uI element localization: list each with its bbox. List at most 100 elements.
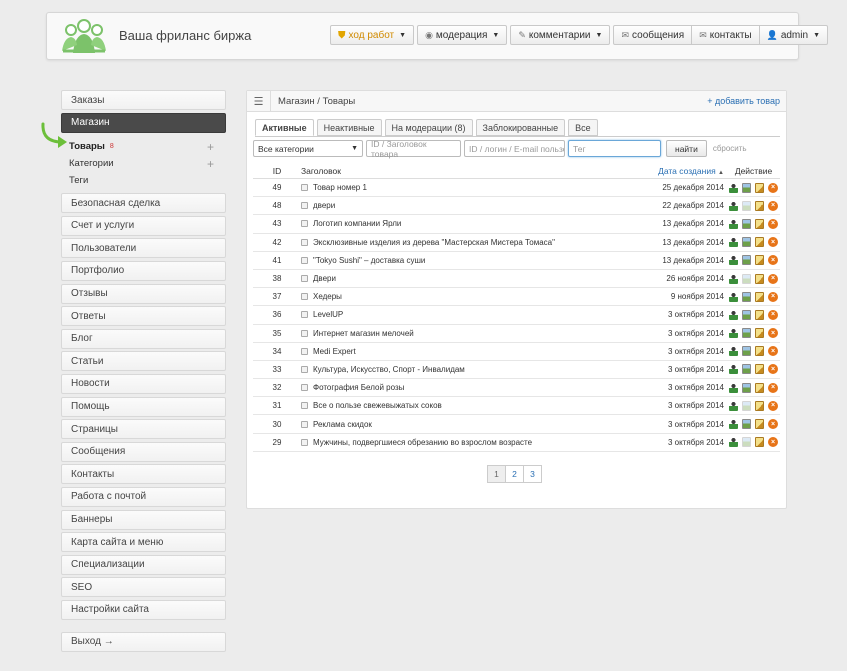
row-title-link[interactable]: Культура, Искусство, Спорт - Инвалидам [313,365,465,374]
user-icon[interactable] [729,328,738,339]
delete-icon[interactable]: × [768,328,778,339]
user-icon[interactable] [729,419,738,430]
delete-icon[interactable]: × [768,382,778,393]
row-checkbox[interactable] [301,275,308,283]
row-title-link[interactable]: Логотип компании Ярли [313,219,401,228]
row-title-link[interactable]: Товар номер 1 [313,183,367,192]
delete-icon[interactable]: × [768,200,778,211]
image-icon[interactable] [742,182,751,193]
delete-icon[interactable]: × [768,291,778,302]
delete-icon[interactable]: × [768,255,778,266]
delete-icon[interactable]: × [768,182,778,193]
nav-contacts-button[interactable]: ✉ контакты [692,25,760,45]
user-icon[interactable] [729,200,738,211]
image-icon[interactable] [742,237,751,248]
edit-icon[interactable] [755,218,764,229]
row-title-link[interactable]: Интернет магазин мелочей [313,329,414,338]
sidebar-item[interactable]: Отзывы [61,283,226,304]
sidebar-item[interactable]: SEO [61,577,226,598]
user-icon[interactable] [729,309,738,320]
row-title-link[interactable]: Мужчины, подвергшиеся обрезанию во взрос… [313,438,532,447]
nav-comments-button[interactable]: ✎ комментарии ▼ [510,25,611,45]
row-title-link[interactable]: "Tokyo Sushi" – доставка суши [313,256,425,265]
image-icon[interactable] [742,328,751,339]
search-button[interactable]: найти [666,140,707,157]
row-checkbox[interactable] [301,347,308,355]
row-checkbox[interactable] [301,365,308,373]
category-select[interactable]: Все категории ▼ [253,140,363,157]
row-title-link[interactable]: Все о пользе свежевыжатых соков [313,401,442,410]
image-icon[interactable] [742,291,751,302]
submenu-item-tags[interactable]: Теги [69,172,226,189]
user-icon[interactable] [729,291,738,302]
row-checkbox[interactable] [301,293,308,301]
hamburger-menu-icon[interactable]: ☰ [247,90,271,112]
user-icon[interactable] [729,382,738,393]
user-icon[interactable] [729,273,738,284]
sidebar-item[interactable]: Контакты [61,464,226,485]
row-title-link[interactable]: Реклама скидок [313,420,372,429]
edit-icon[interactable] [755,328,764,339]
row-title-link[interactable]: Хедеры [313,292,342,301]
page-button[interactable]: 2 [505,465,524,483]
tag-search-input[interactable]: Тег [568,140,661,157]
image-icon[interactable] [742,419,751,430]
sidebar-item[interactable]: Ответы [61,306,226,327]
image-icon[interactable] [742,200,751,211]
add-product-link[interactable]: + добавить товар [707,96,780,106]
page-button[interactable]: 1 [487,465,506,483]
sidebar-item[interactable]: Настройки сайта [61,599,226,620]
nav-moderation-button[interactable]: ◉ модерация ▼ [417,25,508,45]
user-icon[interactable] [729,364,738,375]
edit-icon[interactable] [755,400,764,411]
nav-messages-button[interactable]: ✉ сообщения [613,25,693,45]
sidebar-item-orders[interactable]: Заказы [61,90,226,110]
sidebar-item[interactable]: Баннеры [61,509,226,530]
row-checkbox[interactable] [301,238,308,246]
edit-icon[interactable] [755,309,764,320]
edit-icon[interactable] [755,237,764,248]
row-checkbox[interactable] [301,438,308,446]
image-icon[interactable] [742,364,751,375]
edit-icon[interactable] [755,291,764,302]
row-title-link[interactable]: Фотография Белой розы [313,383,404,392]
nav-admin-button[interactable]: 👤 admin ▼ [759,25,828,45]
sidebar-item-shop[interactable]: Магазин [61,112,226,133]
delete-icon[interactable]: × [768,364,778,375]
edit-icon[interactable] [755,182,764,193]
row-checkbox[interactable] [301,184,308,192]
image-icon[interactable] [742,309,751,320]
image-icon[interactable] [742,382,751,393]
row-title-link[interactable]: Двери [313,274,336,283]
edit-icon[interactable] [755,200,764,211]
sidebar-item[interactable]: Пользователи [61,238,226,259]
nav-progress-button[interactable]: ⛊ ход работ ▼ [330,25,415,45]
row-checkbox[interactable] [301,402,308,410]
image-icon[interactable] [742,218,751,229]
column-header-title[interactable]: Заголовок [301,166,591,176]
delete-icon[interactable]: × [768,346,778,357]
sidebar-item[interactable]: Статьи [61,351,226,372]
title-search-input[interactable]: ID / Заголовок товара [366,139,461,159]
edit-icon[interactable] [755,273,764,284]
delete-icon[interactable]: × [768,237,778,248]
image-icon[interactable] [742,437,751,448]
row-checkbox[interactable] [301,220,308,228]
tab-inactive[interactable]: Неактивные [316,119,382,136]
sidebar-item[interactable]: Сообщения [61,441,226,462]
tab-active[interactable]: Активные [255,119,314,136]
sidebar-item[interactable]: Безопасная сделка [61,193,226,214]
sidebar-item[interactable]: Работа с почтой [61,486,226,507]
edit-icon[interactable] [755,382,764,393]
row-title-link[interactable]: двери [313,201,335,210]
column-header-id[interactable]: ID [253,166,301,176]
submenu-item-products[interactable]: Товары 8 + [69,138,226,155]
edit-icon[interactable] [755,437,764,448]
edit-icon[interactable] [755,419,764,430]
image-icon[interactable] [742,273,751,284]
user-icon[interactable] [729,255,738,266]
user-search-input[interactable]: ID / логин / E-mail пользователя [464,140,565,157]
page-button[interactable]: 3 [523,465,542,483]
row-checkbox[interactable] [301,420,308,428]
add-product-plus-icon[interactable]: + [207,140,214,154]
